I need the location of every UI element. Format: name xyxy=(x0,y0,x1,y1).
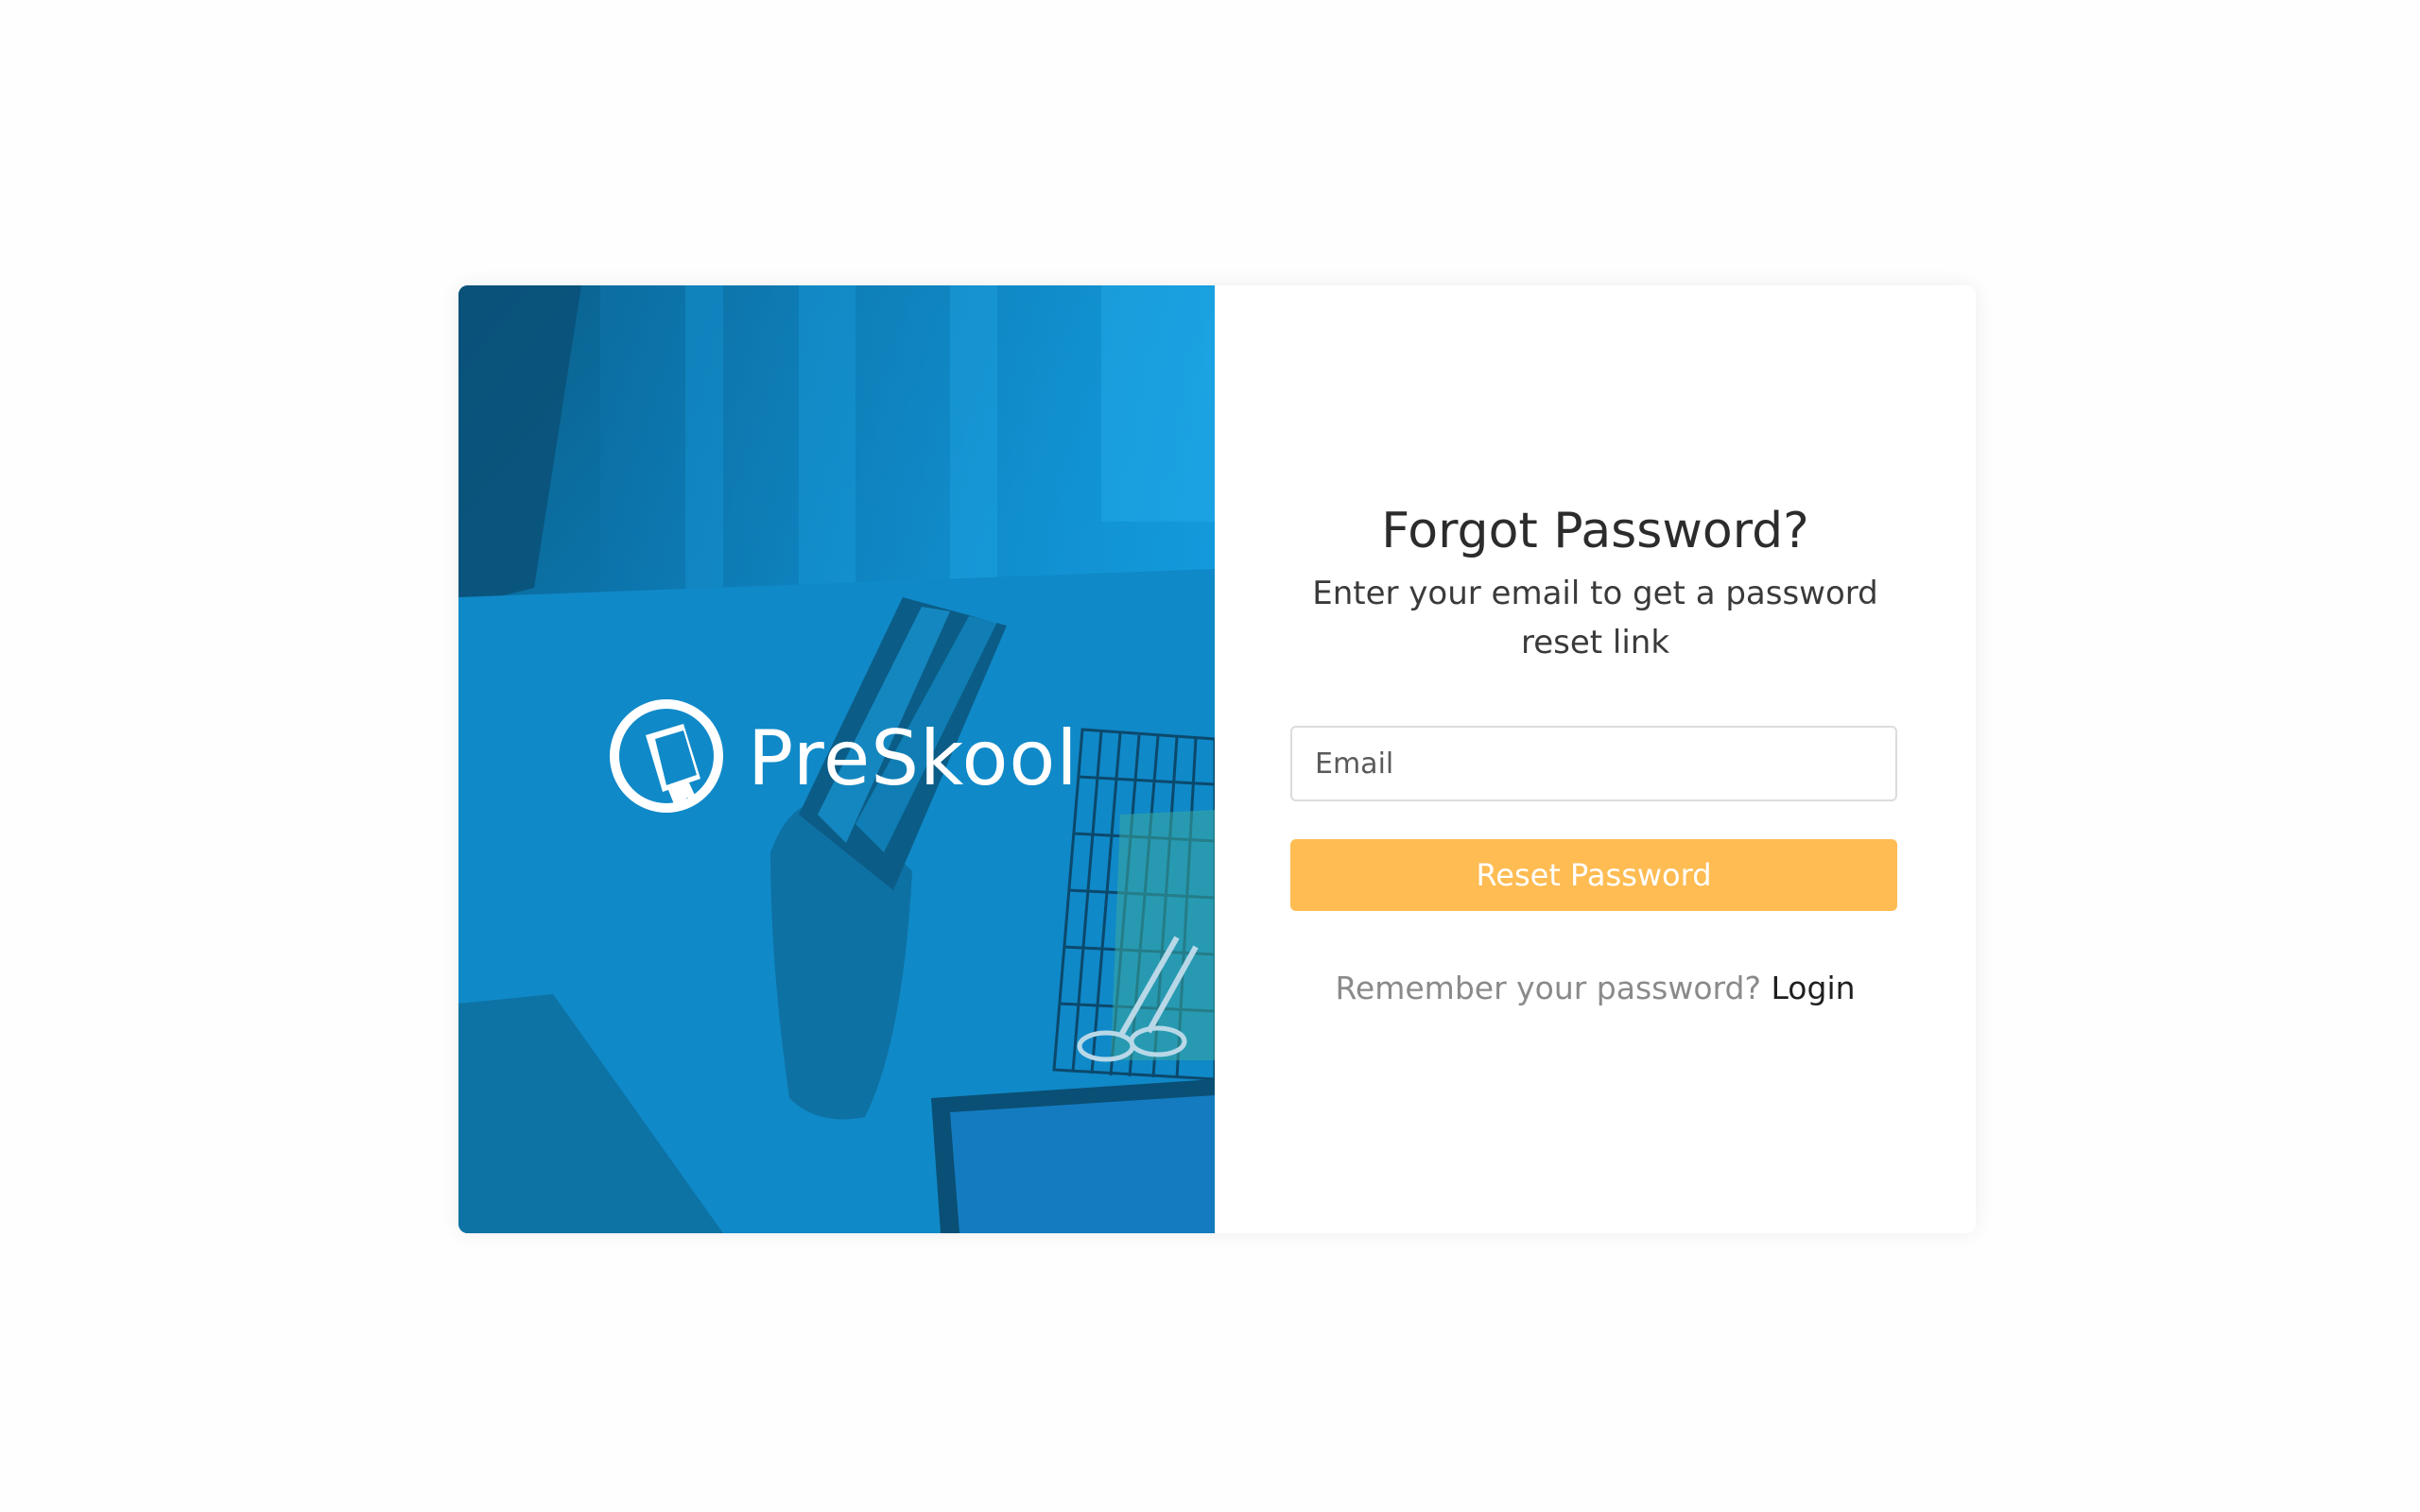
form-panel: Forgot Password? Enter your email to get… xyxy=(1215,285,1976,1233)
brand-logo: PreSkool xyxy=(608,697,1079,820)
email-field[interactable] xyxy=(1290,726,1897,801)
page-title: Forgot Password? xyxy=(1381,503,1809,559)
reset-password-button[interactable]: Reset Password xyxy=(1290,839,1897,911)
page-subtitle: Enter your email to get a password reset… xyxy=(1312,575,1878,662)
hero-image-panel: PreSkool xyxy=(458,285,1215,1233)
book-pencil-logo-icon xyxy=(610,699,723,813)
login-link[interactable]: Login xyxy=(1772,970,1856,1006)
forgot-password-card: PreSkool Forgot Password? Enter your ema… xyxy=(458,285,1976,1233)
brand-name: PreSkool xyxy=(748,714,1079,802)
login-prompt: Remember your password? Login xyxy=(1215,970,1976,1006)
login-prompt-text: Remember your password? xyxy=(1335,970,1772,1006)
